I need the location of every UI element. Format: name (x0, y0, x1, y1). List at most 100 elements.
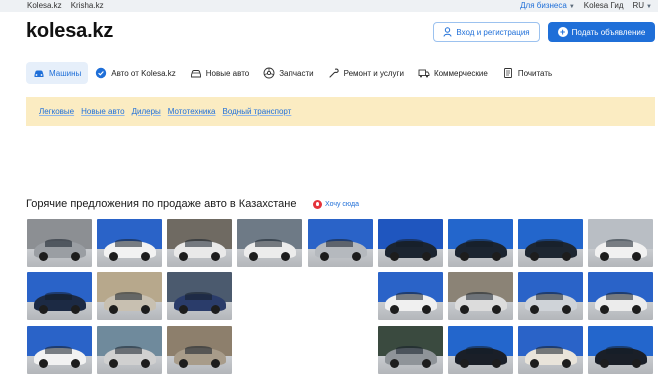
car-offer-thumbnail[interactable] (378, 326, 443, 374)
login-button[interactable]: Вход и регистрация (433, 22, 540, 42)
wheel (599, 359, 609, 369)
wheel (599, 252, 609, 262)
nav-item-new-cars[interactable]: Новые авто (183, 62, 256, 84)
wheel (141, 305, 151, 315)
wheel (38, 305, 48, 315)
wheel (632, 252, 642, 262)
wheel-icon (263, 67, 275, 79)
category-nav: Машины Авто от Kolesa.kz Новые авто Запч… (26, 62, 559, 84)
car-window (115, 346, 143, 354)
car-offer-thumbnail[interactable] (378, 272, 443, 320)
subcategory-bar: Легковые Новые авто Дилеры Мототехника В… (26, 97, 655, 126)
subnav-link-new-cars[interactable]: Новые авто (81, 107, 124, 116)
guide-link[interactable]: Kolesa Гид (584, 1, 624, 10)
wheel (211, 252, 221, 262)
subnav-link-moto[interactable]: Мототехника (168, 107, 216, 116)
car-window (396, 346, 424, 354)
car-offer-thumbnail[interactable] (448, 219, 513, 267)
language-select[interactable]: RU ▼ (632, 1, 652, 10)
wheel (422, 305, 432, 315)
car-window (45, 292, 73, 300)
post-ad-label: Подать объявление (571, 27, 646, 37)
nav-label: Новые авто (205, 68, 250, 78)
car-offer-thumbnail[interactable] (448, 326, 513, 374)
car-offer-thumbnail[interactable] (518, 272, 583, 320)
car-window (185, 239, 213, 247)
car-offer-thumbnail[interactable] (27, 326, 92, 374)
new-car-icon (190, 70, 201, 78)
language-label: RU (632, 1, 645, 10)
nav-item-commercial[interactable]: Коммерческие (411, 62, 495, 84)
car-window (466, 346, 494, 354)
car-window (115, 239, 143, 247)
wheel (562, 359, 572, 369)
wheel (71, 305, 81, 315)
car-offer-thumbnail[interactable] (97, 326, 162, 374)
car-offer-thumbnail[interactable] (237, 219, 302, 267)
wheel (38, 252, 48, 262)
nav-item-parts[interactable]: Запчасти (256, 62, 320, 84)
car-window (115, 292, 143, 300)
wheel (281, 252, 291, 262)
car-offer-thumbnail[interactable] (97, 219, 162, 267)
nav-item-read[interactable]: Почитать (495, 62, 559, 84)
car-offer-thumbnail[interactable] (97, 272, 162, 320)
verified-badge-icon (96, 67, 107, 79)
krisha-link[interactable]: Krisha.kz (71, 1, 104, 10)
plus-icon: + (557, 27, 568, 37)
car-window (255, 239, 283, 247)
car-window (396, 292, 424, 300)
chevron-down-icon: ▼ (568, 4, 575, 10)
car-offer-thumbnail[interactable] (167, 272, 232, 320)
car-offer-thumbnail[interactable] (27, 219, 92, 267)
site-logo[interactable]: kolesa.kz (26, 20, 113, 43)
car-offer-thumbnail[interactable] (448, 272, 513, 320)
business-label: Для бизнеса (520, 1, 567, 10)
nav-item-cars[interactable]: Машины (26, 62, 89, 84)
nav-label: Авто от Kolesa.kz (111, 68, 176, 78)
car-offer-thumbnail[interactable] (518, 326, 583, 374)
wheel (211, 359, 221, 369)
car-offer-thumbnail[interactable] (518, 219, 583, 267)
car-offer-thumbnail[interactable] (167, 219, 232, 267)
nav-label: Машины (49, 68, 82, 78)
wheel (492, 305, 502, 315)
car-offer-thumbnail[interactable] (27, 272, 92, 320)
car-window (185, 292, 213, 300)
wheel (459, 305, 469, 315)
car-offer-thumbnail[interactable] (588, 272, 653, 320)
want-here-link[interactable]: Хочу сюда (313, 200, 359, 209)
car-window (466, 239, 494, 247)
nav-label: Ремонт и услуги (343, 68, 404, 78)
wheel (319, 252, 329, 262)
subnav-link-passenger[interactable]: Легковые (39, 107, 74, 116)
car-window (185, 346, 213, 354)
business-menu[interactable]: Для бизнеса ▼ (520, 1, 575, 10)
wheel (562, 252, 572, 262)
wheel (108, 305, 118, 315)
car-icon (34, 70, 44, 77)
subnav-link-dealers[interactable]: Дилеры (132, 107, 161, 116)
wheel (422, 359, 432, 369)
fire-icon (313, 200, 322, 209)
wheel (211, 305, 221, 315)
kolesa-link[interactable]: Kolesa.kz (27, 1, 62, 10)
car-offer-thumbnail[interactable] (588, 326, 653, 374)
car-offer-thumbnail[interactable] (588, 219, 653, 267)
wheel (389, 305, 399, 315)
car-offer-thumbnail[interactable] (308, 219, 373, 267)
wheel (71, 252, 81, 262)
wrench-icon (329, 68, 339, 78)
car-offer-thumbnail[interactable] (167, 326, 232, 374)
wheel (459, 252, 469, 262)
car-offer-thumbnail[interactable] (378, 219, 443, 267)
portal-links: Kolesa.kz Krisha.kz (27, 1, 104, 10)
car-window (606, 239, 634, 247)
wheel (599, 305, 609, 315)
subnav-link-water[interactable]: Водный транспорт (223, 107, 292, 116)
car-window (536, 239, 564, 247)
post-ad-button[interactable]: + Подать объявление (548, 22, 655, 42)
nav-item-repair[interactable]: Ремонт и услуги (321, 62, 411, 84)
nav-item-kolesa-auto[interactable]: Авто от Kolesa.kz (88, 62, 183, 84)
car-window (396, 239, 424, 247)
